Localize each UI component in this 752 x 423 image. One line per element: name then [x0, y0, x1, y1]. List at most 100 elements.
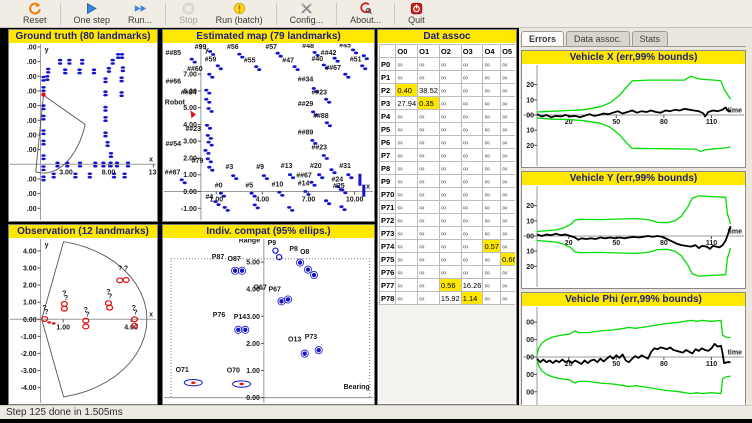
table-cell[interactable]: ∞ — [438, 109, 462, 123]
table-cell[interactable]: ∞ — [500, 265, 515, 279]
table-cell[interactable]: ∞ — [460, 265, 484, 279]
table-cell[interactable]: ∞ — [395, 239, 419, 253]
tab-stats[interactable]: Stats — [631, 31, 669, 46]
table-cell[interactable]: ∞ — [460, 135, 484, 149]
table-cell[interactable]: ∞ — [395, 148, 419, 162]
table-cell[interactable]: ∞ — [395, 161, 419, 175]
table-cell[interactable]: ∞ — [395, 291, 419, 305]
table-cell[interactable]: ∞ — [500, 226, 515, 240]
table-cell[interactable]: ∞ — [460, 252, 484, 266]
table-cell[interactable]: ∞ — [395, 57, 419, 71]
table-cell[interactable]: ∞ — [395, 278, 419, 292]
table-cell[interactable]: ∞ — [417, 200, 440, 214]
table-cell[interactable]: ∞ — [500, 96, 515, 110]
table-cell[interactable]: ∞ — [438, 83, 462, 97]
table-cell[interactable]: ∞ — [417, 265, 440, 279]
table-cell[interactable]: ∞ — [417, 252, 440, 266]
table-cell[interactable]: ∞ — [438, 174, 462, 188]
table-cell[interactable]: ∞ — [417, 187, 440, 201]
table-cell[interactable]: 0.66 — [500, 252, 515, 266]
table-cell[interactable]: ∞ — [482, 226, 502, 240]
table-cell[interactable]: ∞ — [500, 291, 515, 305]
table-cell[interactable]: ∞ — [460, 96, 484, 110]
table-cell[interactable]: 1.14 — [460, 291, 484, 305]
table-cell[interactable]: 0.40 — [395, 83, 419, 97]
table-cell[interactable]: ∞ — [500, 187, 515, 201]
table-cell[interactable]: ∞ — [417, 135, 440, 149]
table-cell[interactable]: ∞ — [482, 291, 502, 305]
table-cell[interactable]: ∞ — [438, 135, 462, 149]
table-cell[interactable]: ∞ — [500, 161, 515, 175]
table-cell[interactable]: ∞ — [500, 57, 515, 71]
run-button[interactable]: Run... — [128, 2, 152, 25]
table-cell[interactable]: ∞ — [482, 57, 502, 71]
table-cell[interactable]: ∞ — [500, 239, 515, 253]
table-cell[interactable]: ∞ — [460, 70, 484, 84]
stop-button[interactable]: Stop — [179, 2, 198, 25]
table-cell[interactable]: ∞ — [500, 148, 515, 162]
table-cell[interactable]: ∞ — [438, 265, 462, 279]
table-cell[interactable]: ∞ — [438, 57, 462, 71]
table-cell[interactable]: ∞ — [460, 161, 484, 175]
table-cell[interactable]: 15.92 — [438, 291, 462, 305]
table-cell[interactable]: ∞ — [460, 122, 484, 136]
table-cell[interactable]: ∞ — [460, 83, 484, 97]
table-cell[interactable]: ∞ — [417, 109, 440, 123]
table-cell[interactable]: ∞ — [500, 174, 515, 188]
table-cell[interactable]: 0.56 — [438, 278, 462, 292]
tab-errors[interactable]: Errors — [521, 31, 565, 46]
table-cell[interactable]: ∞ — [460, 200, 484, 214]
table-cell[interactable]: ∞ — [417, 57, 440, 71]
table-cell[interactable]: ∞ — [482, 278, 502, 292]
table-cell[interactable]: ∞ — [482, 70, 502, 84]
table-cell[interactable]: ∞ — [395, 122, 419, 136]
table-cell[interactable]: ∞ — [395, 200, 419, 214]
table-cell[interactable]: ∞ — [395, 109, 419, 123]
config-button[interactable]: Config... — [290, 2, 323, 25]
table-cell[interactable]: 0.35 — [417, 96, 440, 110]
table-cell[interactable]: ∞ — [395, 174, 419, 188]
table-cell[interactable]: ∞ — [460, 174, 484, 188]
table-cell[interactable]: ∞ — [417, 161, 440, 175]
table-cell[interactable]: ∞ — [500, 200, 515, 214]
table-cell[interactable]: ∞ — [438, 252, 462, 266]
table-cell[interactable]: ∞ — [482, 187, 502, 201]
table-cell[interactable]: ∞ — [417, 213, 440, 227]
table-cell[interactable]: ∞ — [500, 70, 515, 84]
table-cell[interactable]: ∞ — [395, 135, 419, 149]
table-cell[interactable]: ∞ — [395, 70, 419, 84]
table-cell[interactable]: ∞ — [438, 122, 462, 136]
table-cell[interactable]: ∞ — [500, 109, 515, 123]
table-cell[interactable]: ∞ — [438, 161, 462, 175]
table-cell[interactable]: ∞ — [460, 226, 484, 240]
table-cell[interactable]: ∞ — [417, 122, 440, 136]
table-cell[interactable]: ∞ — [460, 148, 484, 162]
table-cell[interactable]: ∞ — [482, 96, 502, 110]
table-cell[interactable]: ∞ — [417, 278, 440, 292]
table-cell[interactable]: ∞ — [417, 70, 440, 84]
table-cell[interactable]: ∞ — [395, 265, 419, 279]
table-cell[interactable]: ∞ — [482, 161, 502, 175]
table-cell[interactable]: ∞ — [460, 57, 484, 71]
table-cell[interactable]: ∞ — [395, 226, 419, 240]
table-cell[interactable]: ∞ — [438, 70, 462, 84]
table-cell[interactable]: ∞ — [500, 278, 515, 292]
table-cell[interactable]: ∞ — [482, 135, 502, 149]
table-cell[interactable]: 38.52 — [417, 83, 440, 97]
table-cell[interactable]: ∞ — [395, 187, 419, 201]
table-cell[interactable]: ∞ — [482, 122, 502, 136]
table-cell[interactable]: ∞ — [438, 226, 462, 240]
table-cell[interactable]: ∞ — [482, 148, 502, 162]
table-cell[interactable]: ∞ — [482, 252, 502, 266]
table-cell[interactable]: ∞ — [460, 239, 484, 253]
table-cell[interactable]: ∞ — [500, 135, 515, 149]
table-cell[interactable]: 16.26 — [460, 278, 484, 292]
table-cell[interactable]: ∞ — [417, 291, 440, 305]
table-cell[interactable]: ∞ — [482, 265, 502, 279]
table-cell[interactable]: ∞ — [460, 187, 484, 201]
table-cell[interactable]: ∞ — [438, 96, 462, 110]
table-cell[interactable]: ∞ — [482, 213, 502, 227]
table-cell[interactable]: ∞ — [417, 226, 440, 240]
table-cell[interactable]: ∞ — [438, 200, 462, 214]
table-cell[interactable]: ∞ — [482, 83, 502, 97]
